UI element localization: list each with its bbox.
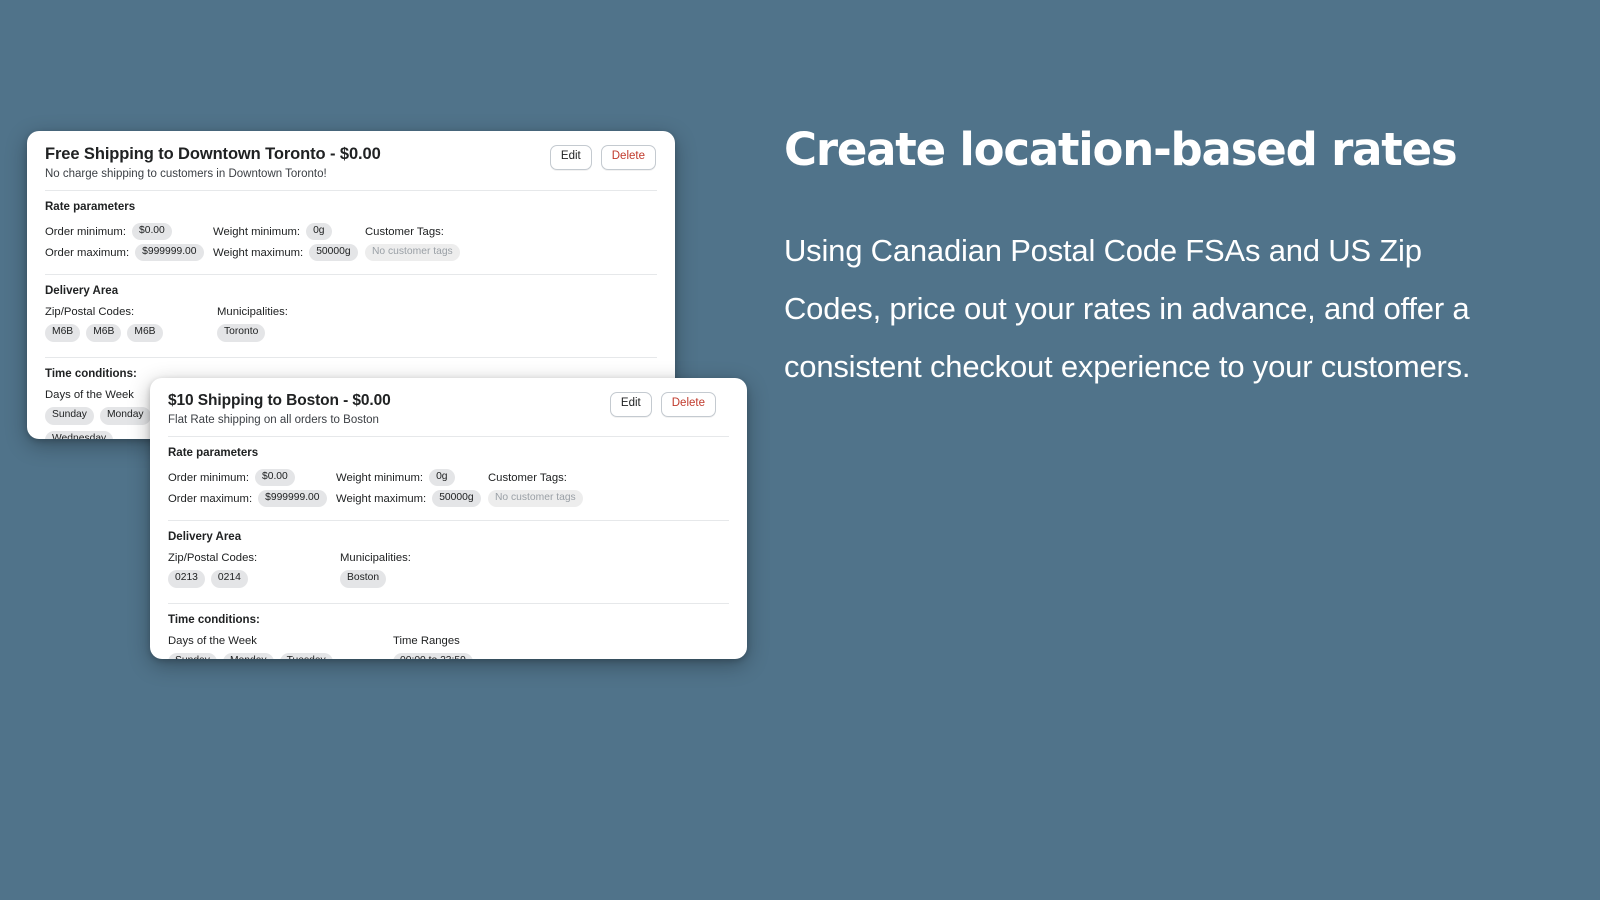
delivery-area-columns: Zip/Postal Codes: M6B M6B M6B Municipali… — [45, 306, 657, 347]
weight-minimum-row: Weight minimum: 0g — [336, 468, 488, 487]
time-ranges-label: Time Ranges — [393, 634, 460, 647]
order-maximum-row: Order maximum: $999999.00 — [45, 243, 213, 262]
weight-minimum-value: 0g — [306, 222, 332, 241]
customer-tags-value-row: No customer tags — [488, 489, 729, 508]
delivery-area-section: Delivery Area Zip/Postal Codes: 0213 021… — [150, 521, 747, 603]
zip-codes-column: Zip/Postal Codes: M6B M6B M6B — [45, 306, 217, 347]
customer-tags-column: Customer Tags: No customer tags — [365, 222, 657, 264]
time-ranges-pill-row: 00:00 to 23:59 — [393, 652, 729, 659]
weight-maximum-value: 50000g — [309, 243, 358, 262]
card-subtitle: No charge shipping to customers in Downt… — [45, 168, 327, 180]
edit-button[interactable]: Edit — [549, 145, 592, 170]
municipality-pill: Toronto — [217, 324, 266, 342]
rate-card-boston[interactable]: $10 Shipping to Boston - $0.00 Flat Rate… — [150, 378, 747, 659]
time-conditions-columns: Days of the Week Sunday Monday Tuesday W… — [168, 635, 729, 659]
weight-maximum-row: Weight maximum: 50000g — [213, 243, 365, 262]
card-actions: Edit Delete — [609, 392, 716, 417]
zip-codes-pill-row: M6B M6B M6B — [45, 324, 217, 342]
municipalities-label: Municipalities: — [217, 306, 288, 318]
day-pill: Sunday — [168, 652, 217, 659]
order-minimum-label: Order minimum: — [168, 471, 249, 484]
customer-tags-column: Customer Tags: No customer tags — [488, 468, 729, 510]
weight-maximum-value: 50000g — [432, 489, 481, 508]
municipalities-column: Municipalities: Boston — [340, 552, 729, 593]
delivery-area-columns: Zip/Postal Codes: 0213 0214 Municipaliti… — [168, 552, 729, 593]
order-maximum-label: Order maximum: — [168, 492, 253, 505]
customer-tags-label: Customer Tags: — [488, 471, 567, 484]
order-params-column: Order minimum: $0.00 Order maximum: $999… — [45, 222, 213, 264]
time-conditions-heading: Time conditions: — [168, 613, 260, 626]
order-minimum-value: $0.00 — [131, 222, 172, 241]
municipalities-pill-row: Boston — [340, 570, 729, 588]
days-of-week-column: Days of the Week Sunday Monday Tuesday W… — [168, 635, 393, 659]
weight-params-column: Weight minimum: 0g Weight maximum: 50000… — [213, 222, 365, 264]
customer-tags-label: Customer Tags: — [365, 225, 444, 238]
delete-button[interactable]: Delete — [660, 392, 716, 417]
municipalities-column: Municipalities: Toronto — [217, 306, 657, 347]
delivery-area-heading: Delivery Area — [45, 285, 119, 297]
promo-body: Using Canadian Postal Code FSAs and US Z… — [784, 232, 1471, 384]
order-maximum-row: Order maximum: $999999.00 — [168, 489, 336, 508]
promo-stage: Free Shipping to Downtown Toronto - $0.0… — [0, 0, 1600, 900]
day-pill: Monday — [99, 406, 151, 425]
rate-parameters-section: Rate parameters Order minimum: $0.00 Ord… — [27, 191, 675, 274]
municipality-pill: Boston — [340, 570, 387, 588]
zip-codes-label: Zip/Postal Codes: — [45, 306, 135, 318]
day-pill: Monday — [222, 652, 274, 659]
zip-code-pill: M6B — [45, 324, 81, 342]
days-of-week-label: Days of the Week — [168, 634, 257, 647]
zip-codes-label: Zip/Postal Codes: — [168, 552, 258, 564]
order-maximum-value: $999999.00 — [135, 243, 204, 262]
customer-tags-value-row: No customer tags — [365, 243, 657, 262]
zip-code-pill: 0214 — [210, 570, 248, 588]
order-maximum-value: $999999.00 — [258, 489, 327, 508]
edit-button[interactable]: Edit — [609, 392, 652, 417]
day-pill: Wednesday — [45, 430, 114, 439]
days-pill-row: Sunday Monday Tuesday Wednesday — [168, 652, 393, 659]
time-ranges-column: Time Ranges 00:00 to 23:59 — [393, 635, 729, 659]
municipalities-label: Municipalities: — [340, 552, 411, 564]
rate-parameters-heading: Rate parameters — [168, 447, 259, 459]
customer-tags-value: No customer tags — [365, 243, 460, 262]
zip-codes-column: Zip/Postal Codes: 0213 0214 — [168, 552, 340, 593]
zip-code-pill: M6B — [86, 324, 122, 342]
day-pill: Tuesday — [279, 652, 333, 659]
zip-codes-pill-row: 0213 0214 — [168, 570, 340, 588]
weight-maximum-label: Weight maximum: — [213, 246, 304, 259]
weight-maximum-label: Weight maximum: — [336, 492, 427, 505]
order-params-column: Order minimum: $0.00 Order maximum: $999… — [168, 468, 336, 510]
rate-parameters-section: Rate parameters Order minimum: $0.00 Ord… — [150, 437, 747, 520]
weight-minimum-label: Weight minimum: — [336, 471, 424, 484]
order-minimum-value: $0.00 — [254, 468, 295, 487]
order-minimum-row: Order minimum: $0.00 — [168, 468, 336, 487]
weight-minimum-label: Weight minimum: — [213, 225, 301, 238]
order-maximum-label: Order maximum: — [45, 246, 130, 259]
rate-parameters-heading: Rate parameters — [45, 201, 136, 213]
weight-maximum-row: Weight maximum: 50000g — [336, 489, 488, 508]
rate-parameters-columns: Order minimum: $0.00 Order maximum: $999… — [168, 468, 729, 510]
weight-params-column: Weight minimum: 0g Weight maximum: 50000… — [336, 468, 488, 510]
time-conditions-section: Time conditions: Days of the Week Sunday… — [150, 604, 747, 659]
time-range-pill: 00:00 to 23:59 — [393, 652, 473, 659]
rate-parameters-columns: Order minimum: $0.00 Order maximum: $999… — [45, 222, 657, 264]
weight-minimum-value: 0g — [429, 468, 455, 487]
zip-code-pill: 0213 — [168, 570, 205, 588]
order-minimum-row: Order minimum: $0.00 — [45, 222, 213, 241]
card-header: Free Shipping to Downtown Toronto - $0.0… — [27, 131, 675, 190]
promo-panel: Create location-based rates Using Canadi… — [784, 124, 1524, 396]
zip-code-pill: M6B — [127, 324, 163, 342]
delivery-area-section: Delivery Area Zip/Postal Codes: M6B M6B … — [27, 275, 675, 357]
customer-tags-label-row: Customer Tags: — [365, 222, 657, 241]
delivery-area-heading: Delivery Area — [168, 531, 242, 543]
customer-tags-value: No customer tags — [488, 489, 583, 508]
day-pill: Sunday — [45, 406, 94, 425]
delete-button[interactable]: Delete — [600, 145, 656, 170]
weight-minimum-row: Weight minimum: 0g — [213, 222, 365, 241]
card-header: $10 Shipping to Boston - $0.00 Flat Rate… — [150, 378, 747, 436]
municipalities-pill-row: Toronto — [217, 324, 657, 342]
order-minimum-label: Order minimum: — [45, 225, 126, 238]
card-actions: Edit Delete — [549, 145, 656, 170]
customer-tags-label-row: Customer Tags: — [488, 468, 729, 487]
promo-title: Create location-based rates — [784, 123, 1458, 176]
